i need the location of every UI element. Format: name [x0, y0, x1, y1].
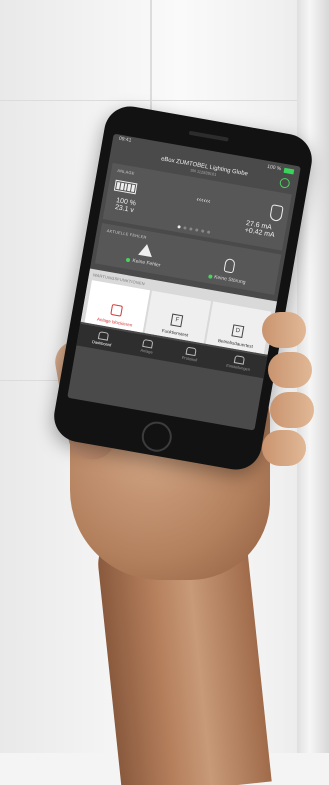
tab-label: Protokoll: [181, 354, 198, 363]
tab-label: Einstellungen: [225, 362, 251, 372]
log-icon: [185, 346, 197, 357]
block-system-button[interactable]: Anlage blockieren: [84, 280, 151, 333]
function-test-icon: F: [170, 313, 184, 328]
duration-test-icon: D: [231, 324, 245, 339]
function-test-button[interactable]: F Funktionstest: [144, 290, 211, 344]
wall-panel-line: [0, 100, 329, 101]
tab-label: Dashboard: [91, 339, 112, 348]
fault-col-errors: Keine Fehler: [126, 241, 164, 271]
settings-icon: [233, 355, 246, 365]
finger: [262, 312, 306, 348]
errors-status: Keine Fehler: [131, 257, 161, 269]
bulb-icon: [223, 257, 236, 274]
tab-anlage[interactable]: Anlage: [140, 338, 155, 355]
lamp-status: Keine Störung: [213, 274, 246, 286]
tab-einstellungen[interactable]: Einstellungen: [226, 354, 252, 372]
duration-test-label: Betriebsdauertest: [217, 337, 254, 349]
status-time: 09:41: [118, 135, 132, 144]
battery-percent: 100 %: [266, 163, 282, 173]
battery-level-icon: [113, 179, 138, 194]
flow-arrows-icon: ‹‹‹‹‹‹: [196, 195, 212, 205]
system-icon: [142, 338, 154, 349]
warning-icon: [137, 242, 154, 258]
finger: [270, 392, 314, 428]
lock-icon: [110, 303, 124, 317]
ok-dot-icon: [126, 257, 131, 263]
ok-dot-icon: [207, 274, 213, 279]
tab-label: Anlage: [140, 347, 154, 355]
block-system-label: Anlage blockieren: [96, 316, 133, 328]
plug-icon: [269, 204, 284, 223]
battery-icon: [283, 167, 295, 174]
finger: [262, 430, 306, 466]
tab-protokoll[interactable]: Protokoll: [181, 346, 199, 363]
finger: [268, 352, 312, 388]
photo-scene: 09:41 100 % eBox ZUMTOBEL Lighting Globe…: [0, 0, 329, 785]
tab-dashboard[interactable]: Dashboard: [92, 330, 114, 347]
fault-col-lamp: Keine Störung: [207, 256, 249, 286]
gauge-icon: [97, 331, 109, 341]
function-test-label: Funktionstest: [161, 328, 189, 338]
